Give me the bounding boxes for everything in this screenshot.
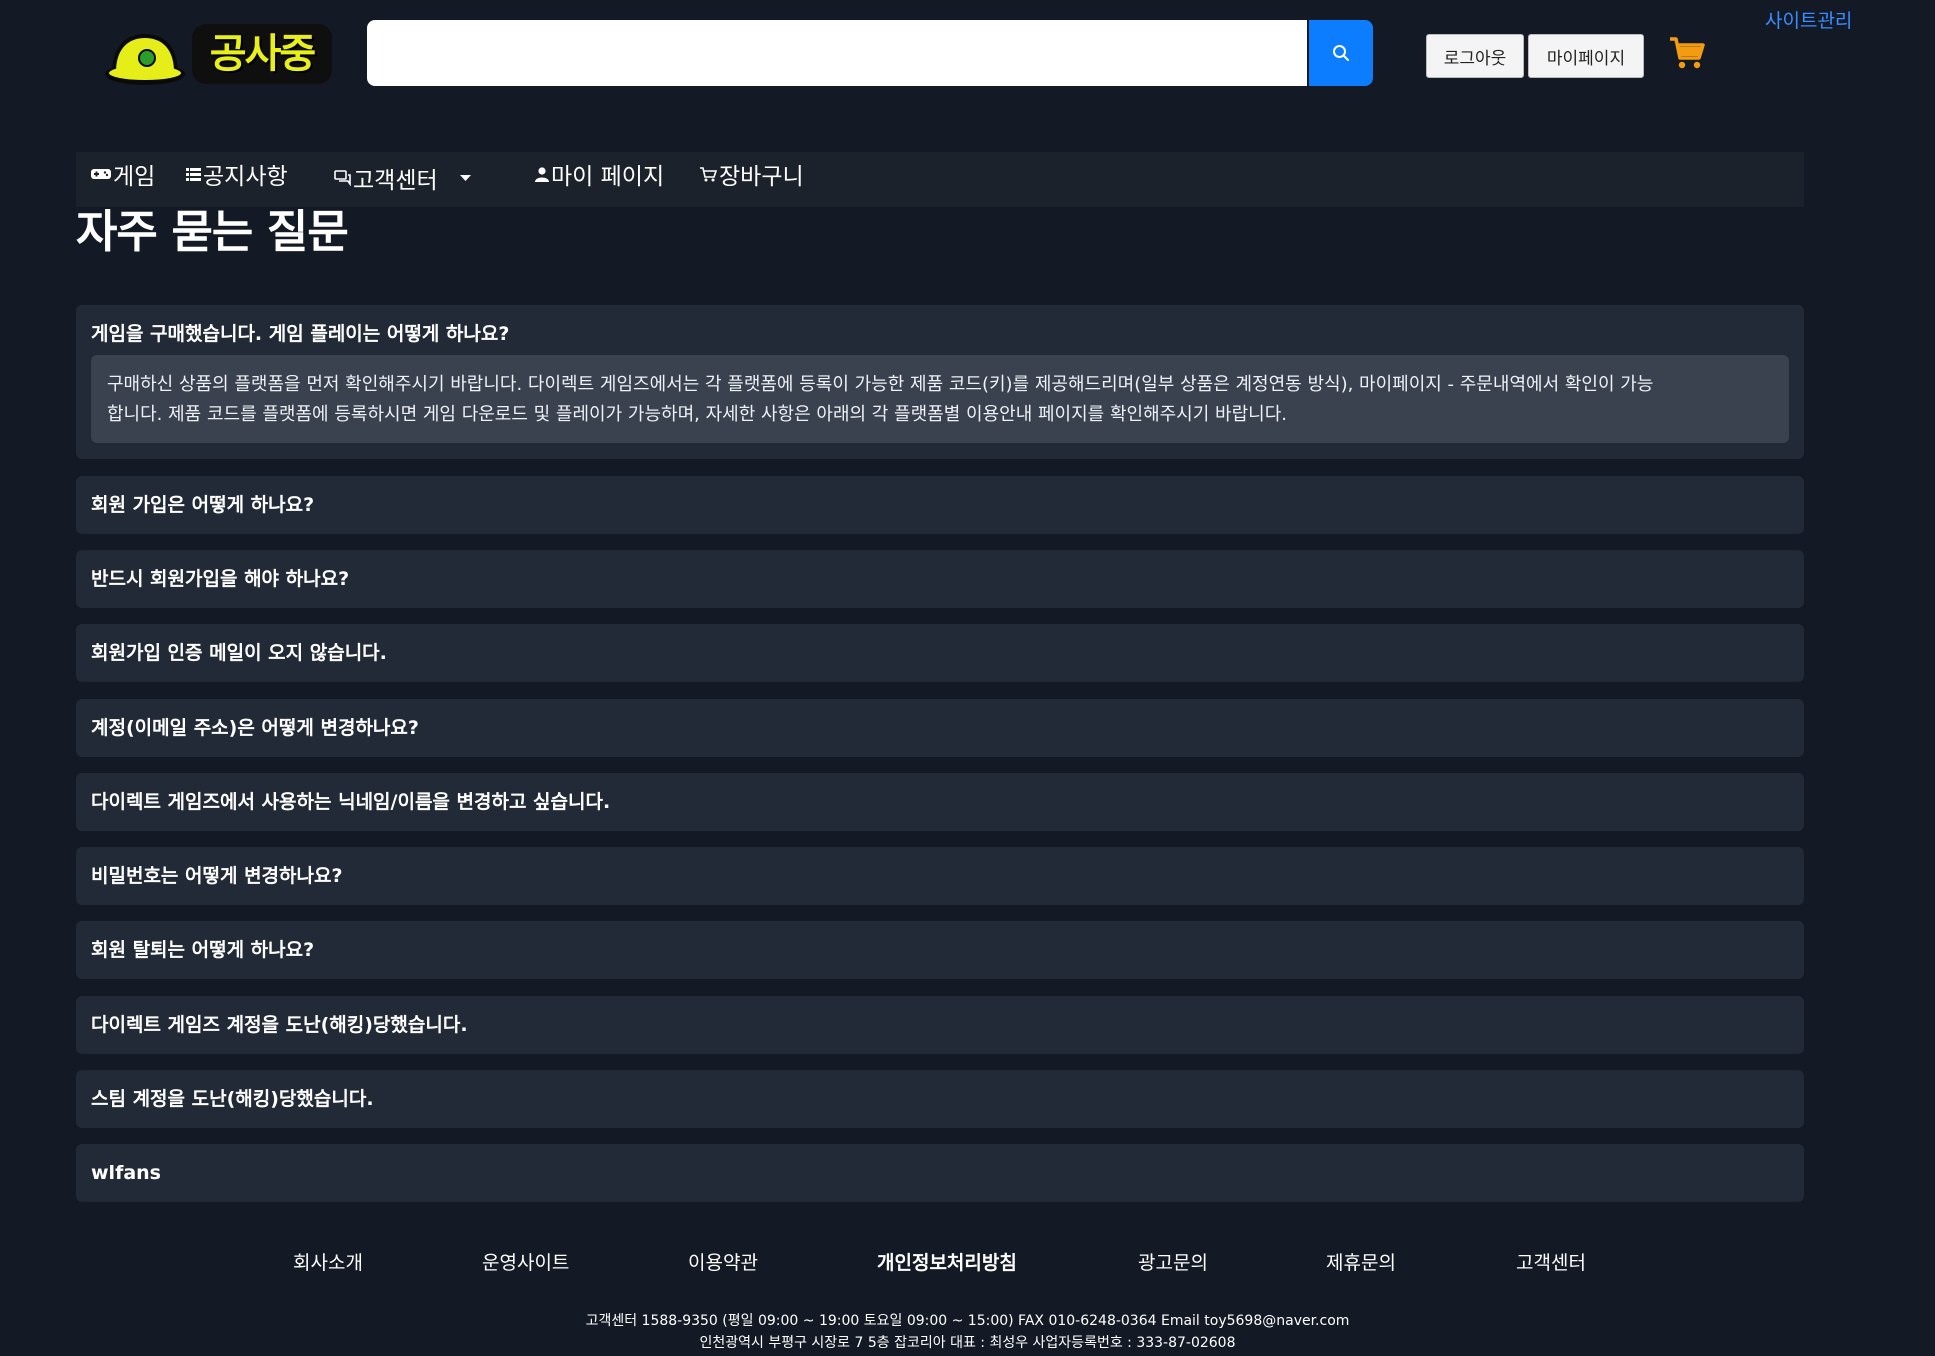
footer-link-about[interactable]: 회사소개 (293, 1248, 363, 1275)
user-icon (535, 166, 549, 182)
faq-question[interactable]: 회원 탈퇴는 어떻게 하나요? (91, 921, 314, 979)
nav-item-notice[interactable]: 공지사항 (186, 154, 288, 194)
nav-item-label: 공지사항 (203, 164, 288, 190)
faq-item[interactable]: 스팀 계정을 도난(해킹)당했습니다. (76, 1070, 1804, 1128)
faq-item[interactable]: 반드시 회원가입을 해야 하나요? (76, 550, 1804, 608)
nav-item-label: 장바구니 (719, 164, 804, 190)
footer-link-partnership[interactable]: 제휴문의 (1326, 1248, 1396, 1275)
faq-question[interactable]: 스팀 계정을 도난(해킹)당했습니다. (91, 1070, 374, 1128)
faq-item[interactable]: wlfans (76, 1144, 1804, 1202)
faq-question[interactable]: 비밀번호는 어떻게 변경하나요? (91, 847, 343, 905)
caret-down-icon (459, 175, 471, 181)
faq-question[interactable]: 다이렉트 게임즈 계정을 도난(해킹)당했습니다. (91, 996, 468, 1054)
faq-question[interactable]: 다이렉트 게임즈에서 사용하는 닉네임/이름을 변경하고 싶습니다. (91, 773, 610, 831)
logo-text: 공사중 (192, 24, 332, 84)
search-input[interactable] (367, 20, 1307, 86)
nav-item-customer-center[interactable]: 고객센터 (334, 158, 471, 198)
search-button[interactable] (1309, 20, 1373, 86)
gamepad-icon (91, 168, 111, 180)
cart-icon (700, 166, 717, 182)
faq-question[interactable]: 회원 가입은 어떻게 하나요? (91, 476, 314, 534)
nav-item-my-page[interactable]: 마이 페이지 (535, 154, 664, 194)
faq-item[interactable]: 다이렉트 게임즈 계정을 도난(해킹)당했습니다. (76, 996, 1804, 1054)
nav-item-label: 고객센터 (353, 168, 438, 194)
footer-link-ads[interactable]: 광고문의 (1138, 1248, 1208, 1275)
footer-company-info: 인천광역시 부평구 시장로 7 5층 잡코리아 대표 : 최성우 사업자등록번호… (699, 1335, 1236, 1351)
faq-item[interactable]: 회원 가입은 어떻게 하나요? (76, 476, 1804, 534)
mypage-button[interactable]: 마이페이지 (1528, 34, 1644, 78)
nav-item-games[interactable]: 게임 (91, 154, 155, 194)
nav-item-cart[interactable]: 장바구니 (700, 154, 804, 194)
nav-item-label: 게임 (113, 164, 156, 190)
faq-item[interactable]: 다이렉트 게임즈에서 사용하는 닉네임/이름을 변경하고 싶습니다. (76, 773, 1804, 831)
faq-item[interactable]: 비밀번호는 어떻게 변경하나요? (76, 847, 1804, 905)
faq-question[interactable]: wlfans (91, 1144, 161, 1202)
footer-contact-info: 고객센터 1588-9350 (평일 09:00 ~ 19:00 토요일 09:… (585, 1313, 1350, 1329)
list-icon (186, 167, 201, 181)
faq-answer-line: 합니다. 제품 코드를 플랫폼에 등록하시면 게임 다운로드 및 플레이가 가능… (107, 404, 1287, 425)
logout-button[interactable]: 로그아웃 (1426, 34, 1524, 78)
faq-answer-line: 구매하신 상품의 플랫폼을 먼저 확인해주시기 바랍니다. 다이렉트 게임즈에서… (107, 374, 1654, 395)
faq-question[interactable]: 회원가입 인증 메일이 오지 않습니다. (91, 624, 387, 682)
footer-link-privacy[interactable]: 개인정보처리방침 (877, 1248, 1017, 1275)
main-navbar: 게임 공지사항 고객센터 마이 페이지 장바구니 (76, 152, 1804, 207)
footer-link-sites[interactable]: 운영사이트 (482, 1248, 569, 1275)
site-logo[interactable]: 공사중 (100, 22, 336, 88)
nav-item-label: 마이 페이지 (551, 164, 665, 190)
faq-question[interactable]: 계정(이메일 주소)은 어떻게 변경하나요? (91, 699, 419, 757)
faq-answer: 구매하신 상품의 플랫폼을 먼저 확인해주시기 바랍니다. 다이렉트 게임즈에서… (91, 355, 1789, 443)
chat-icon (334, 170, 351, 186)
faq-question[interactable]: 반드시 회원가입을 해야 하나요? (91, 550, 349, 608)
site-admin-link[interactable]: 사이트관리 (1765, 6, 1852, 33)
page-title: 자주 묻는 질문 (76, 205, 349, 258)
faq-item[interactable]: 게임을 구매했습니다. 게임 플레이는 어떻게 하나요? 구매하신 상품의 플랫… (76, 305, 1804, 459)
search-icon (1333, 45, 1349, 61)
faq-item[interactable]: 회원 탈퇴는 어떻게 하나요? (76, 921, 1804, 979)
footer-link-terms[interactable]: 이용약관 (688, 1248, 758, 1275)
footer-link-support[interactable]: 고객센터 (1516, 1248, 1586, 1275)
helmet-icon (105, 34, 185, 85)
faq-item[interactable]: 회원가입 인증 메일이 오지 않습니다. (76, 624, 1804, 682)
shopping-cart-icon[interactable] (1669, 36, 1705, 70)
faq-item[interactable]: 계정(이메일 주소)은 어떻게 변경하나요? (76, 699, 1804, 757)
